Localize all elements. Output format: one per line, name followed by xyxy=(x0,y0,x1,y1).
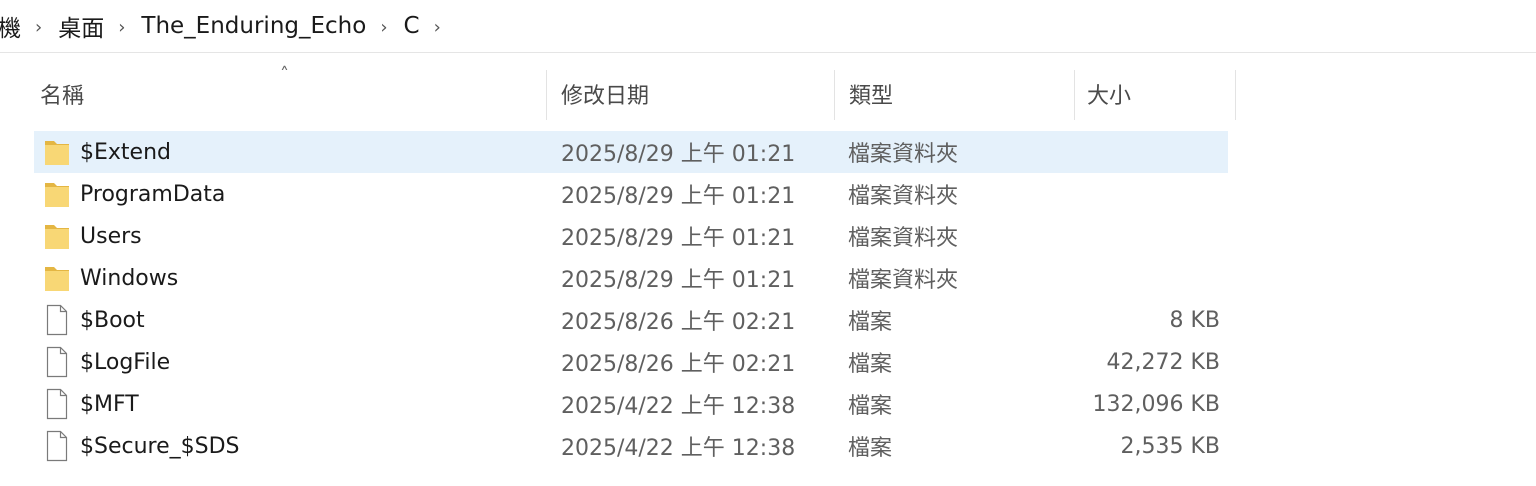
folder-icon xyxy=(44,220,70,252)
file-row[interactable]: $Secure_$SDS 2025/4/22 上午 12:38 檔案 2,535… xyxy=(34,425,1228,467)
sort-ascending-icon: ˄ xyxy=(280,64,289,85)
file-row[interactable]: Windows 2025/8/29 上午 01:21 檔案資料夾 xyxy=(34,257,1228,299)
column-header-name[interactable]: 名稱 xyxy=(40,68,84,120)
file-row[interactable]: $LogFile 2025/8/26 上午 02:21 檔案 42,272 KB xyxy=(34,341,1228,383)
breadcrumb-item-drive[interactable]: C xyxy=(404,13,420,39)
folder-icon xyxy=(44,136,70,168)
file-size: 8 KB xyxy=(1169,307,1220,333)
file-date: 2025/4/22 上午 12:38 xyxy=(561,436,796,461)
folder-icon xyxy=(44,178,70,210)
file-row[interactable]: $MFT 2025/4/22 上午 12:38 檔案 132,096 KB xyxy=(34,383,1228,425)
file-name: Windows xyxy=(80,265,179,291)
file-name: Users xyxy=(80,223,142,249)
file-name: $Boot xyxy=(80,307,145,333)
file-type: 檔案資料夾 xyxy=(848,142,959,167)
file-row[interactable]: ProgramData 2025/8/29 上午 01:21 檔案資料夾 xyxy=(34,173,1228,215)
file-type: 檔案資料夾 xyxy=(848,184,959,209)
file-row[interactable]: $Extend 2025/8/29 上午 01:21 檔案資料夾 xyxy=(34,131,1228,173)
file-name: ProgramData xyxy=(80,181,226,207)
file-row[interactable]: $Boot 2025/8/26 上午 02:21 檔案 8 KB xyxy=(34,299,1228,341)
file-type: 檔案 xyxy=(848,394,893,419)
file-size: 42,272 KB xyxy=(1106,349,1221,375)
file-icon xyxy=(44,430,70,462)
file-icon xyxy=(44,346,70,378)
file-type: 檔案資料夾 xyxy=(848,226,959,251)
file-date: 2025/8/29 上午 01:21 xyxy=(561,184,796,209)
column-divider[interactable] xyxy=(834,70,835,120)
file-name: $MFT xyxy=(80,391,139,417)
chevron-right-icon[interactable]: › xyxy=(380,17,387,38)
column-divider[interactable] xyxy=(1235,70,1236,120)
file-type: 檔案 xyxy=(848,436,893,461)
file-type: 檔案 xyxy=(848,352,893,377)
file-date: 2025/8/26 上午 02:21 xyxy=(561,310,796,335)
file-name: $Extend xyxy=(80,139,171,165)
chevron-right-icon[interactable]: › xyxy=(434,17,441,38)
file-name: $LogFile xyxy=(80,349,171,375)
breadcrumb-item-desktop[interactable]: 桌面 xyxy=(58,9,104,43)
file-name: $Secure_$SDS xyxy=(80,433,240,459)
column-divider[interactable] xyxy=(1074,70,1075,120)
file-date: 2025/8/26 上午 02:21 xyxy=(561,352,796,377)
breadcrumb: 機 › 桌面 › The_Enduring_Echo › C › xyxy=(0,0,1536,53)
file-date: 2025/8/29 上午 01:21 xyxy=(561,142,796,167)
column-header-size[interactable]: 大小 xyxy=(1087,68,1131,120)
folder-icon xyxy=(44,262,70,294)
breadcrumb-item-folder[interactable]: The_Enduring_Echo xyxy=(141,13,366,39)
column-divider[interactable] xyxy=(546,70,547,120)
file-date: 2025/8/29 上午 01:21 xyxy=(561,226,796,251)
file-type: 檔案資料夾 xyxy=(848,268,959,293)
file-size: 132,096 KB xyxy=(1092,391,1221,417)
file-row[interactable]: Users 2025/8/29 上午 01:21 檔案資料夾 xyxy=(34,215,1228,257)
file-explorer: 機 › 桌面 › The_Enduring_Echo › C › ˄ 名稱 修改… xyxy=(0,0,1536,486)
column-header-date[interactable]: 修改日期 xyxy=(561,68,649,120)
column-header-type[interactable]: 類型 xyxy=(849,68,893,120)
file-icon xyxy=(44,388,70,420)
file-date: 2025/8/29 上午 01:21 xyxy=(561,268,796,293)
file-icon xyxy=(44,304,70,336)
file-size: 2,535 KB xyxy=(1120,433,1221,459)
breadcrumb-item-machine[interactable]: 機 xyxy=(0,9,21,43)
file-type: 檔案 xyxy=(848,310,893,335)
chevron-right-icon[interactable]: › xyxy=(118,17,125,38)
file-date: 2025/4/22 上午 12:38 xyxy=(561,394,796,419)
column-header-row: ˄ 名稱 修改日期 類型 大小 xyxy=(0,64,1536,120)
chevron-right-icon[interactable]: › xyxy=(35,17,42,38)
